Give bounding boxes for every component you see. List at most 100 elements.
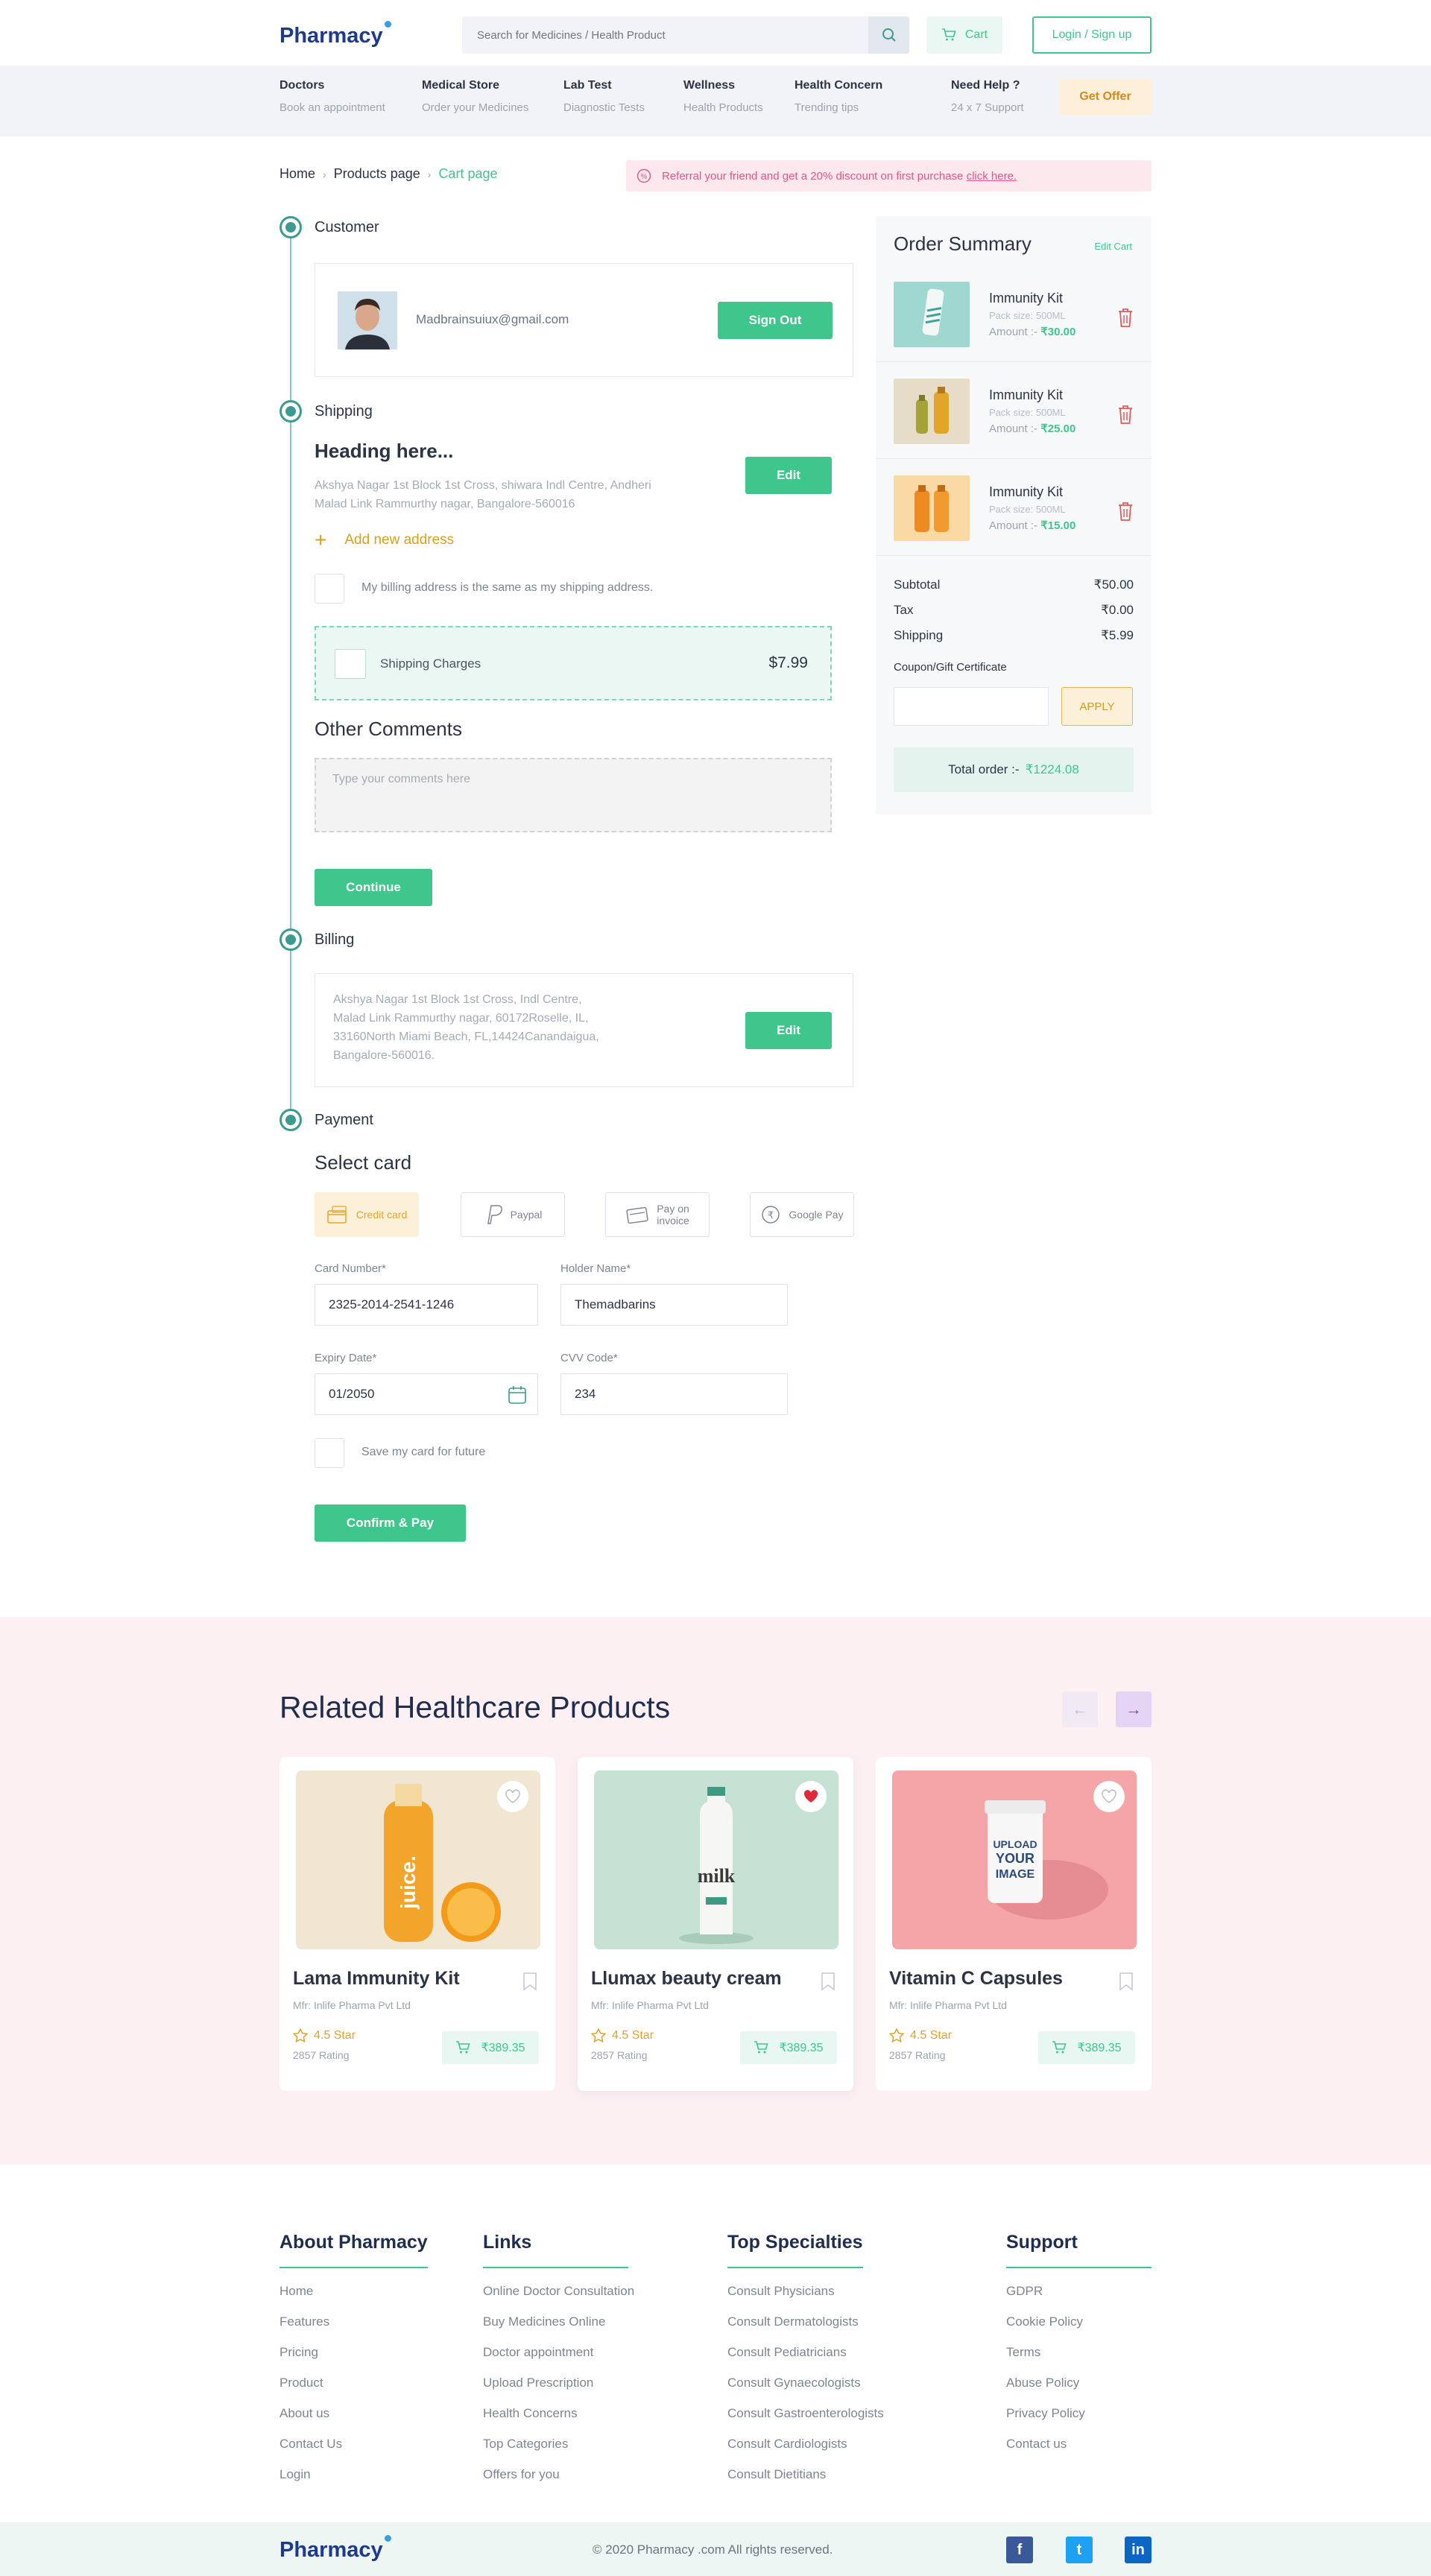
coupon-input[interactable] xyxy=(894,687,1049,726)
footer-link[interactable]: Offers for you xyxy=(483,2467,634,2482)
edit-shipping-button[interactable]: Edit xyxy=(745,457,832,494)
product-name[interactable]: Lama Immunity Kit xyxy=(293,1968,460,1990)
trash-icon[interactable] xyxy=(1117,307,1134,328)
product-name[interactable]: Vitamin C Capsules xyxy=(889,1968,1063,1990)
footer-link[interactable]: Consult Cardiologists xyxy=(727,2437,884,2452)
footer-link[interactable]: Health Concerns xyxy=(483,2406,634,2421)
footer-link[interactable]: Consult Gastroenterologists xyxy=(727,2406,884,2421)
add-to-cart-button[interactable]: ₹389.35 xyxy=(442,2031,539,2064)
sign-out-button[interactable]: Sign Out xyxy=(718,302,833,339)
footer-link[interactable]: GDPR xyxy=(1006,2284,1152,2299)
footer-link[interactable]: Top Categories xyxy=(483,2437,634,2452)
billing-same-checkbox[interactable] xyxy=(315,574,344,604)
chevron-right-icon: › xyxy=(427,168,432,180)
product-name[interactable]: Llumax beauty cream xyxy=(591,1968,782,1990)
nav-title: Wellness xyxy=(683,79,736,92)
svg-text:₹: ₹ xyxy=(768,1209,774,1221)
nav-item-medical-store[interactable]: Medical Store Order your Medicines xyxy=(422,79,528,114)
comments-textarea[interactable]: Type your comments here xyxy=(315,758,832,832)
footer-link[interactable]: Contact us xyxy=(1006,2437,1152,2452)
footer-link[interactable]: Pricing xyxy=(279,2345,428,2360)
nav-title: Medical Store xyxy=(422,79,500,92)
footer-link[interactable]: Consult Pediatricians xyxy=(727,2345,884,2360)
footer-link[interactable]: Product xyxy=(279,2376,428,2390)
footer-link[interactable]: Features xyxy=(279,2314,428,2329)
add-address-link[interactable]: + Add new address xyxy=(315,530,454,551)
footer-link[interactable]: Consult Dermatologists xyxy=(727,2314,884,2329)
carousel-prev-button[interactable]: ← xyxy=(1062,1692,1098,1727)
logo[interactable]: Pharmacy xyxy=(279,21,391,48)
edit-billing-button[interactable]: Edit xyxy=(745,1012,832,1049)
twitter-icon[interactable]: t xyxy=(1066,2537,1093,2563)
apply-coupon-button[interactable]: APPLY xyxy=(1061,687,1133,726)
trash-icon[interactable] xyxy=(1117,404,1134,425)
footer-link[interactable]: Doctor appointment xyxy=(483,2345,634,2360)
get-offer-button[interactable]: Get Offer xyxy=(1059,79,1152,115)
footer-link[interactable]: Abuse Policy xyxy=(1006,2376,1152,2390)
breadcrumb-home[interactable]: Home xyxy=(279,166,315,182)
footer-link[interactable]: Consult Dietitians xyxy=(727,2467,884,2482)
product-card[interactable]: juice. Lama Immunity Kit Mfr: Inlife Pha… xyxy=(279,1757,555,2091)
nav-item-wellness[interactable]: Wellness Health Products xyxy=(683,79,763,114)
expiry-date-field[interactable]: 01/2050 xyxy=(315,1373,538,1415)
cart-button[interactable]: Cart xyxy=(926,16,1002,54)
bookmark-icon[interactable] xyxy=(821,1972,835,1991)
calendar-icon[interactable] xyxy=(508,1385,527,1405)
trash-icon[interactable] xyxy=(1117,501,1134,522)
footer-link[interactable]: Online Doctor Consultation xyxy=(483,2284,634,2299)
footer-link[interactable]: About us xyxy=(279,2406,428,2421)
holder-name-field[interactable]: Themadbarins xyxy=(560,1284,788,1326)
confirm-pay-button[interactable]: Confirm & Pay xyxy=(315,1504,466,1542)
add-to-cart-button[interactable]: ₹389.35 xyxy=(740,2031,837,2064)
card-number-field[interactable]: 2325-2014-2541-1246 xyxy=(315,1284,538,1326)
search-input[interactable] xyxy=(462,16,868,54)
footer-link[interactable]: Privacy Policy xyxy=(1006,2406,1152,2421)
footer-link[interactable]: Cookie Policy xyxy=(1006,2314,1152,2329)
add-to-cart-button[interactable]: ₹389.35 xyxy=(1038,2031,1135,2064)
wishlist-button[interactable] xyxy=(795,1781,827,1812)
bookmark-icon[interactable] xyxy=(1119,1972,1134,1991)
bookmark-icon[interactable] xyxy=(522,1972,537,1991)
nav-item-health-concern[interactable]: Health Concern Trending tips xyxy=(795,79,882,114)
discount-icon: % xyxy=(636,168,651,183)
footer-link[interactable]: Login xyxy=(279,2467,428,2482)
referral-link[interactable]: click here. xyxy=(967,170,1017,183)
footer-link[interactable]: Terms xyxy=(1006,2345,1152,2360)
paypal-option[interactable]: Paypal xyxy=(461,1192,565,1237)
sign-out-label: Sign Out xyxy=(748,313,802,327)
carousel-next-button[interactable]: → xyxy=(1116,1692,1152,1727)
product-card[interactable]: UPLOAD YOUR IMAGE Vitamin C Capsules Mfr: … xyxy=(876,1757,1152,2091)
nav-item-doctors[interactable]: Doctors Book an appointment xyxy=(279,79,385,114)
footer-link[interactable]: Contact Us xyxy=(279,2437,428,2452)
login-signup-button[interactable]: Login / Sign up xyxy=(1032,16,1152,54)
product-card[interactable]: milk Llumax beauty cream Mfr: Inlife Pha… xyxy=(578,1757,853,2091)
nav-item-lab-test[interactable]: Lab Test Diagnostic Tests xyxy=(563,79,645,114)
footer-link[interactable]: Buy Medicines Online xyxy=(483,2314,634,2329)
credit-card-option[interactable]: Credit card xyxy=(315,1192,419,1237)
continue-button[interactable]: Continue xyxy=(315,869,432,906)
footer-heading: Support xyxy=(1006,2232,1152,2268)
facebook-icon[interactable]: f xyxy=(1006,2537,1033,2563)
search-button[interactable] xyxy=(868,16,909,54)
save-card-checkbox[interactable] xyxy=(315,1438,344,1468)
breadcrumb-products[interactable]: Products page xyxy=(334,166,420,182)
cvv-field[interactable]: 234 xyxy=(560,1373,788,1415)
comments-placeholder: Type your comments here xyxy=(332,773,470,785)
footer-link[interactable]: Consult Physicians xyxy=(727,2284,884,2299)
footer-link[interactable]: Home xyxy=(279,2284,428,2299)
edit-cart-link[interactable]: Edit Cart xyxy=(1094,241,1132,252)
footer-logo[interactable]: Pharmacy xyxy=(279,2535,391,2563)
wishlist-button[interactable] xyxy=(497,1781,528,1812)
pay-on-invoice-option[interactable]: Pay on invoice xyxy=(605,1192,710,1237)
wishlist-button[interactable] xyxy=(1093,1781,1125,1812)
shipping-charges-box[interactable]: Shipping Charges $7.99 xyxy=(315,626,832,700)
rating-value: 4.5 Star xyxy=(612,2028,654,2042)
footer-link[interactable]: Upload Prescription xyxy=(483,2376,634,2390)
shipping-charges-checkbox[interactable] xyxy=(335,649,366,679)
linkedin-icon[interactable]: in xyxy=(1125,2537,1152,2563)
nav-subtitle: Book an appointment xyxy=(279,101,385,114)
google-pay-option[interactable]: ₹ Google Pay xyxy=(750,1192,854,1237)
address-line: Malad Link Rammurthy nagar, 60172Roselle… xyxy=(333,1012,589,1025)
footer-link[interactable]: Consult Gynaecologists xyxy=(727,2376,884,2390)
nav-item-need-help[interactable]: Need Help ? 24 x 7 Support xyxy=(951,79,1024,114)
